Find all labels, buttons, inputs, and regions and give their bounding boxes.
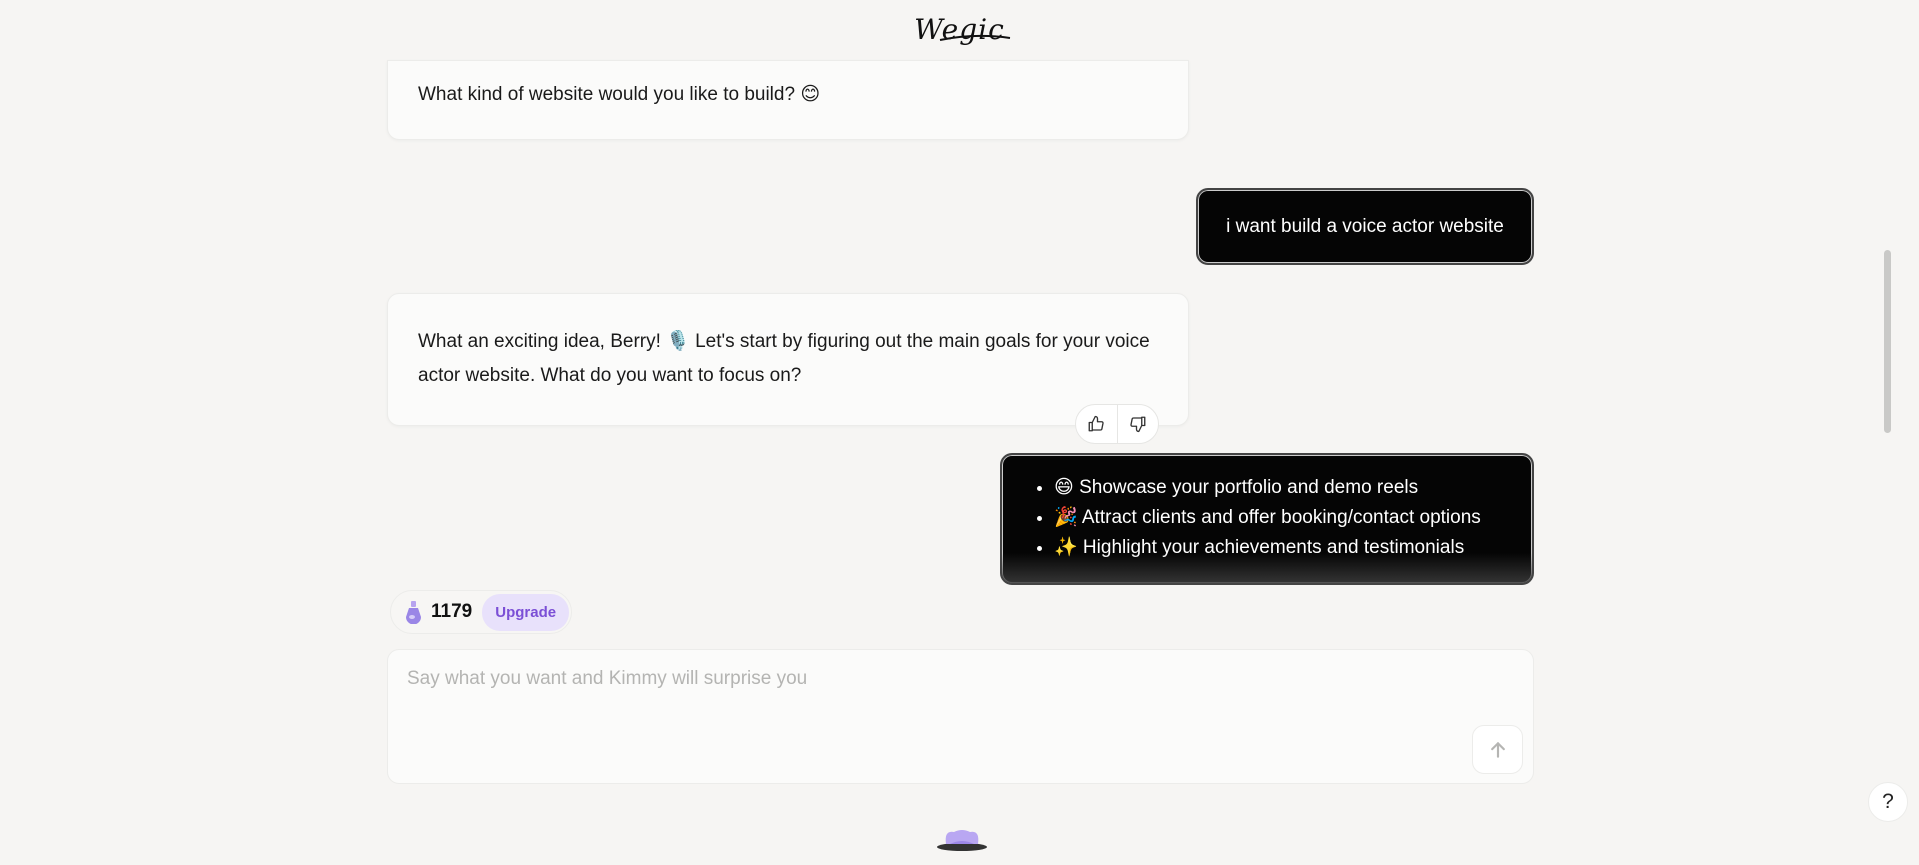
list-item: ✨ Highlight your achievements and testim…: [1054, 533, 1514, 563]
dislike-button[interactable]: [1117, 405, 1158, 443]
list-item: 😄 Showcase your portfolio and demo reels: [1054, 473, 1514, 503]
thumbs-down-icon: [1130, 416, 1146, 433]
chat-thread: What kind of website would you like to b…: [0, 0, 1919, 865]
help-button[interactable]: ?: [1868, 782, 1908, 822]
potion-icon: [406, 601, 421, 624]
composer: [387, 649, 1534, 784]
mascot-icon[interactable]: [936, 826, 988, 852]
arrow-up-icon: [1490, 741, 1505, 758]
user-goal-list: 😄 Showcase your portfolio and demo reels…: [1036, 473, 1514, 563]
assistant-message: What an exciting idea, Berry! 🎙️ Let's s…: [387, 293, 1189, 426]
assistant-message-text: What kind of website would you like to b…: [418, 84, 821, 105]
scrollbar-thumb[interactable]: [1884, 250, 1891, 433]
user-message: i want build a voice actor website: [1196, 188, 1534, 265]
prompt-input[interactable]: [407, 668, 1467, 768]
send-button[interactable]: [1472, 725, 1523, 774]
credits-count: 1179: [431, 601, 473, 622]
message-feedback: [1075, 404, 1159, 444]
credits-badge: 1179 Upgrade: [390, 590, 572, 634]
assistant-message-text: What an exciting idea, Berry! 🎙️ Let's s…: [418, 331, 1150, 386]
thumbs-up-icon: [1088, 415, 1104, 432]
list-item: 🎉 Attract clients and offer booking/cont…: [1054, 503, 1514, 533]
user-message: 😄 Showcase your portfolio and demo reels…: [1000, 453, 1534, 585]
user-message-text: i want build a voice actor website: [1226, 215, 1504, 237]
upgrade-button[interactable]: Upgrade: [482, 593, 570, 631]
assistant-message: What kind of website would you like to b…: [387, 60, 1189, 140]
like-button[interactable]: [1076, 405, 1117, 443]
